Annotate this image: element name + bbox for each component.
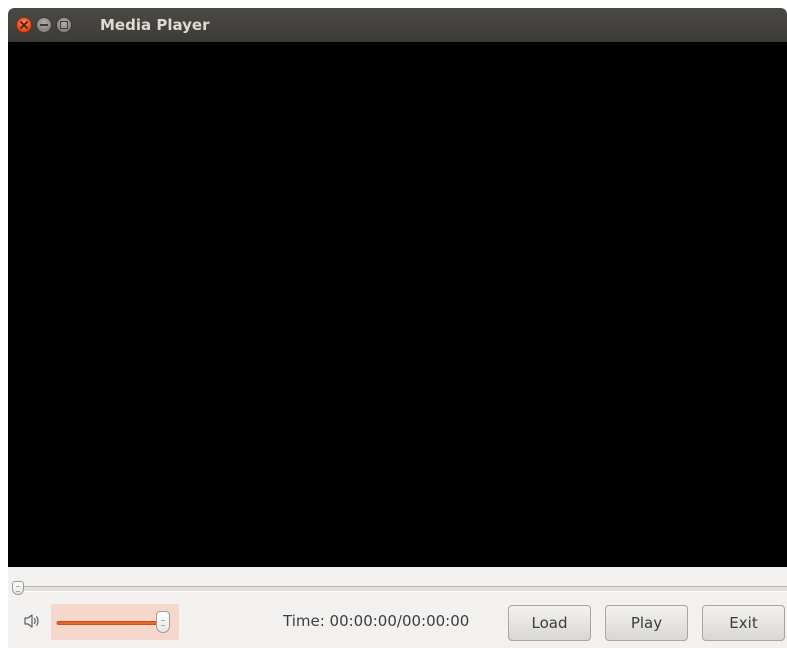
volume-fill <box>57 621 164 625</box>
video-display[interactable] <box>8 42 787 567</box>
minimize-button[interactable] <box>36 17 52 33</box>
maximize-button[interactable] <box>56 17 72 33</box>
close-icon <box>20 21 28 29</box>
window-title: Media Player <box>100 16 210 34</box>
minimize-icon <box>40 24 48 26</box>
media-player-window: Media Player Time: 00:00:00/00:00:00 Loa… <box>8 8 787 648</box>
seek-bar[interactable] <box>16 586 787 592</box>
load-button[interactable]: Load <box>508 605 591 641</box>
speaker-icon[interactable] <box>24 613 42 629</box>
play-button[interactable]: Play <box>605 605 688 641</box>
close-button[interactable] <box>16 17 32 33</box>
time-label: Time: 00:00:00/00:00:00 <box>283 612 470 630</box>
seek-handle[interactable] <box>12 581 24 595</box>
maximize-icon <box>60 21 68 29</box>
volume-handle[interactable] <box>156 611 170 633</box>
title-bar[interactable]: Media Player <box>8 8 787 42</box>
exit-button[interactable]: Exit <box>702 605 785 641</box>
grip-icon <box>16 586 20 592</box>
grip-icon <box>161 620 165 626</box>
volume-track[interactable] <box>56 621 170 625</box>
